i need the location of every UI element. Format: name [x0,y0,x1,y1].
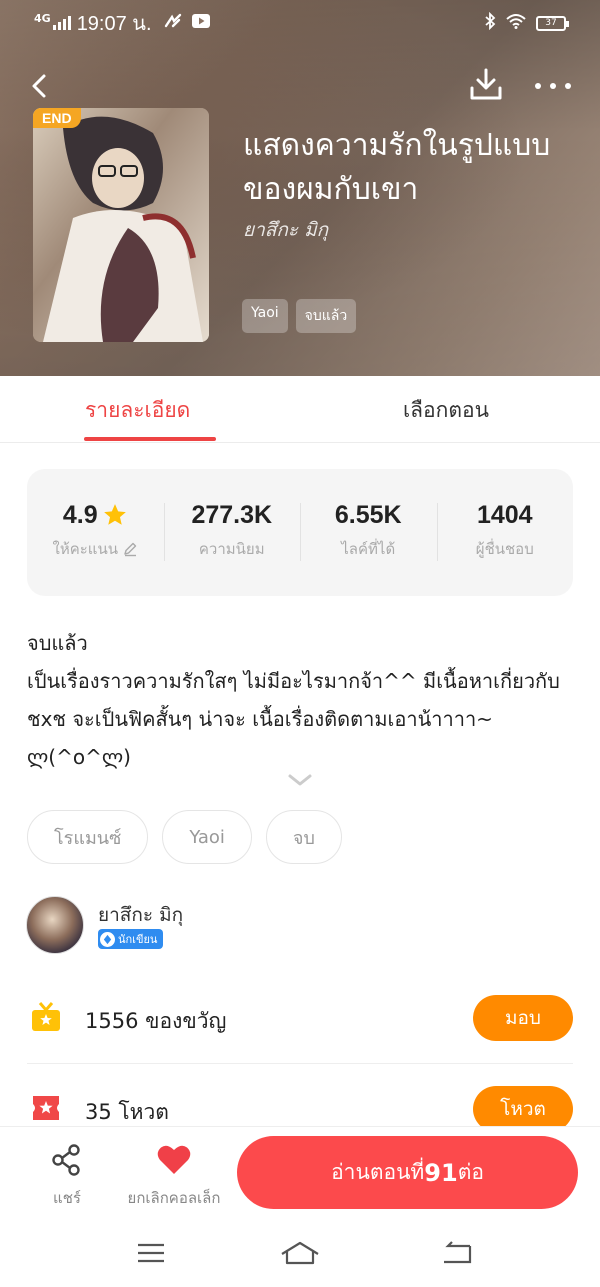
download-button[interactable] [466,64,506,104]
read-prefix: อ่านตอนที่ [331,1160,425,1184]
uncollect-label: ยกเลิกคอลเล็ก [127,1189,221,1207]
tab-bar: รายละเอียด เลือกตอน [0,376,600,443]
star-icon [103,504,126,525]
wifi-icon [506,12,526,34]
vote-ticket-icon [33,1096,59,1120]
popularity-label: ความนิยม [198,539,265,558]
fans-label: ผู้ชื่นชอบ [475,539,534,558]
writer-badge: นักเขียน [98,929,164,949]
download-icon [470,68,502,100]
give-gift-button[interactable]: มอบ [473,995,573,1041]
more-icon [535,83,571,89]
cover-image: END [33,108,209,342]
share-label: แชร์ [53,1189,81,1207]
tab-detail[interactable]: รายละเอียด [85,394,190,427]
notification-icon [164,12,182,34]
more-button[interactable] [530,64,576,104]
uncollect-button[interactable]: ยกเลิกคอลเล็ก [118,1143,230,1210]
writer-badge-label: นักเขียน [118,933,158,946]
genre-tag[interactable]: จบ [265,810,342,864]
gift-row: 1556 ของขวัญ มอบ [27,995,573,1041]
genre-tags: โรแมนซ์ Yaoi จบ [27,810,342,864]
hero-author[interactable]: ยาสึกะ มิกุ [243,215,328,245]
bottom-action-bar: แชร์ ยกเลิกคอลเล็ก อ่านตอนที่ 91 ต่อ [0,1126,600,1226]
gift-count: 1556 ของขวัญ [85,1009,227,1033]
system-navigation-bar [0,1226,600,1287]
vote-count: 35 โหวต [85,1100,169,1124]
rating-label: ให้คะแนน [52,539,118,558]
hero-tag: จบแล้ว [295,299,357,333]
back-nav-button[interactable] [440,1238,480,1268]
avatar[interactable] [26,896,84,954]
novel-title: แสดงความรักในรูปแบบของผมกับเขา [243,128,551,207]
battery-icon: 37 [536,15,569,31]
author-name[interactable]: ยาสึกะ มิกุ [98,900,183,930]
menu-icon [138,1243,164,1263]
description-status: จบแล้ว [27,631,88,655]
rating-value: 4.9 [62,500,98,529]
continue-reading-button[interactable]: อ่านตอนที่ 91 ต่อ [237,1136,578,1209]
read-suffix: ต่อ [457,1160,484,1184]
likes-value: 6.55K [334,500,402,529]
pen-icon [100,931,115,947]
divider [27,1063,573,1064]
active-tab-indicator [84,437,216,441]
recent-apps-button[interactable] [136,1238,176,1268]
popularity-value: 277.3K [191,500,273,529]
hero-tag: Yaoi [242,299,288,333]
stat-rating[interactable]: 4.9 ให้คะแนน [27,501,164,565]
genre-tag[interactable]: โรแมนซ์ [27,810,149,864]
hero-header: 4G 19:07 น. 37 END แสดงความรักในรูปแบบขอ… [0,0,600,376]
back-button[interactable] [22,64,62,104]
back-arrow-icon [32,74,46,98]
bluetooth-icon [484,11,496,35]
network-type: 4G [34,11,51,25]
heart-icon [157,1145,191,1174]
hero-tags: Yaoi จบแล้ว [242,299,357,333]
stat-popularity: 277.3K ความนิยม [163,500,301,565]
fans-value: 1404 [476,500,533,529]
status-time: 19:07 น. [76,13,152,35]
top-navigation [0,56,600,112]
read-episode-number: 91 [424,1158,458,1187]
expand-description-button[interactable] [286,770,314,790]
chevron-down-icon [288,774,312,786]
home-icon [281,1241,319,1265]
description-text: เป็นเรื่องราวความรักใสๆ ไม่มีอะไรมากจ้า^… [27,669,560,769]
genre-tag[interactable]: Yaoi [162,810,252,864]
description: จบแล้ว เป็นเรื่องราวความรักใสๆ ไม่มีอะไร… [27,624,577,776]
share-button[interactable]: แชร์ [44,1143,90,1210]
home-button[interactable] [280,1238,320,1268]
stat-fans: 1404 ผู้ชื่นชอบ [436,500,574,565]
cover-art [33,108,209,342]
youtube-icon [191,12,210,34]
gift-icon [32,1002,60,1031]
status-bar: 4G 19:07 น. 37 [0,0,600,46]
likes-label: ไลค์ที่ได้ [341,539,396,558]
tab-episodes[interactable]: เลือกตอน [403,394,489,427]
stats-panel: 4.9 ให้คะแนน 277.3K ความนิยม 6.55K ไลค์ท… [27,469,573,596]
edit-pencil-icon [124,542,137,556]
signal-icon [52,16,71,30]
stat-likes: 6.55K ไลค์ที่ได้ [300,501,437,565]
end-badge: END [33,108,81,128]
share-icon [52,1144,80,1176]
author-row[interactable]: ยาสึกะ มิกุ นักเขียน [26,896,576,956]
return-icon [444,1241,472,1264]
